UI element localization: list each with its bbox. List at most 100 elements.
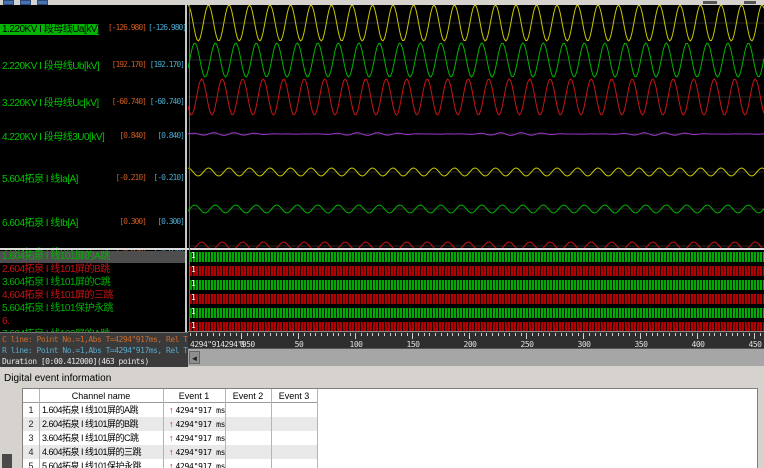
reference-value: [192.170] xyxy=(149,60,185,69)
digital-channel-row[interactable]: 1.604拓泉 I 线101屏的A跳 xyxy=(0,251,185,263)
axis-tick xyxy=(338,333,340,336)
digital-channel-row[interactable]: 5.604拓泉 I 线101保护永跳 xyxy=(0,303,185,315)
analog-channel-row[interactable]: 4.220KV I 段母线3U0[kV] [0.840] [0.840] xyxy=(0,129,185,143)
analog-channel-row[interactable]: 6.604拓泉 I 线Ib[A] [0.300] [0.300] xyxy=(0,215,185,229)
event3-cell xyxy=(271,417,317,431)
panel-divider-vertical[interactable] xyxy=(185,5,187,366)
digital-channel-row[interactable]: 2.604拓泉 I 线101屏的B跳 xyxy=(0,264,185,276)
axis-tick xyxy=(634,333,636,336)
axis-tick xyxy=(349,333,351,336)
axis-tick xyxy=(742,333,744,336)
row-number: 5 xyxy=(28,461,34,468)
event2-cell xyxy=(225,417,271,431)
axis-tick xyxy=(549,333,551,336)
digital-event-table[interactable]: Channel name Event 1 Event 2 Event 3 1 1.604拓… xyxy=(22,388,758,468)
axis-tick xyxy=(452,333,454,336)
digital-trace: 1 xyxy=(190,307,764,318)
cursor-value: [-126.980] xyxy=(107,23,147,32)
event1-cell: ↑ 4294"917 ms xyxy=(163,459,225,468)
analog-channel-row[interactable]: 1.220KV I 段母线Ua[kV] [-126.980] [-126.980] xyxy=(0,21,185,35)
axis-tick xyxy=(190,333,191,336)
axis-tick xyxy=(383,333,385,336)
axis-tick xyxy=(201,333,203,336)
axis-tick xyxy=(212,333,214,336)
axis-tick xyxy=(355,333,357,339)
analog-digital-divider[interactable] xyxy=(0,248,764,250)
event3-cell xyxy=(271,431,317,445)
column-header: Channel name xyxy=(71,391,131,401)
cursor-value: [0.300] xyxy=(119,217,147,226)
rising-edge-arrow-icon: ↑ xyxy=(169,447,174,457)
axis-tick xyxy=(554,333,556,336)
axis-tick xyxy=(440,333,442,336)
axis-tick xyxy=(457,333,459,336)
axis-tick xyxy=(680,333,682,336)
axis-tick xyxy=(657,333,659,336)
axis-tick xyxy=(663,333,665,336)
channel-label: 2.220KV I 段母线Ub[kV] xyxy=(2,61,100,72)
axis-tick xyxy=(361,333,362,336)
trace-state-value: 1 xyxy=(191,307,196,316)
table-grid-line xyxy=(163,389,164,468)
channel-label: 3.220KV I 段母线Uc[kV] xyxy=(2,98,99,109)
cursor-line[interactable] xyxy=(189,5,190,331)
axis-tick xyxy=(446,333,448,336)
scroll-left-arrow-icon[interactable]: ◄ xyxy=(189,351,200,364)
trace-state-value: 1 xyxy=(191,265,196,274)
axis-tick xyxy=(526,333,528,339)
axis-tick xyxy=(543,333,545,336)
event-time: 4294"917 ms xyxy=(175,462,226,468)
analog-channel-row[interactable]: 5.604拓泉 I 线Ia[A] [-0.210] [-0.210] xyxy=(0,171,185,185)
digital-channel-row[interactable]: 4.604拓泉 I 线101屏的三跳 xyxy=(0,290,185,302)
axis-tick xyxy=(292,333,294,336)
axis-tick xyxy=(492,333,494,336)
digital-trace: 1 xyxy=(190,279,764,290)
event-time: 4294"917 ms xyxy=(175,448,226,457)
axis-tick xyxy=(269,333,271,336)
event-table-row[interactable]: 3 3.604拓泉 I 线101屏的C跳 ↑ 4294"917 ms xyxy=(23,431,317,445)
axis-tick xyxy=(606,333,608,336)
event1-cell: ↑ 4294"917 ms xyxy=(163,403,225,417)
axis-tick xyxy=(480,333,482,336)
row-number: 4 xyxy=(28,447,34,457)
event-table-row[interactable]: 4 4.604拓泉 I 线101屏的三跳 ↑ 4294"917 ms xyxy=(23,445,317,459)
event-table-row[interactable]: 2 2.604拓泉 I 线101屏的B跳 ↑ 4294"917 ms xyxy=(23,417,317,431)
event-table-row[interactable]: 5 5.604拓泉 I 线101保护永跳 ↑ 4294"917 ms xyxy=(23,459,317,468)
digital-trace: 1 xyxy=(190,265,764,276)
axis-tick xyxy=(640,333,642,339)
axis-tick xyxy=(725,333,727,336)
channel-label: 6.604拓泉 I 线Ib[A] xyxy=(2,218,78,229)
event2-cell xyxy=(225,445,271,459)
axis-tick xyxy=(668,333,670,336)
axis-tick xyxy=(315,333,317,336)
event-channel-name: 5.604拓泉 I 线101保护永跳 xyxy=(42,461,142,468)
digital-channel-row[interactable]: 3.604拓泉 I 线101屏的C跳 xyxy=(0,277,185,289)
trace-state-value: 1 xyxy=(191,293,196,302)
axis-tick xyxy=(600,333,602,336)
axis-tick xyxy=(298,333,300,339)
axis-tick xyxy=(395,333,397,336)
reference-value: [0.840] xyxy=(157,131,185,140)
table-grid-line xyxy=(271,389,272,468)
axis-tick xyxy=(309,333,311,336)
channel-label-panel: 1.220KV I 段母线Ua[kV] [-126.980] [-126.980] 2… xyxy=(0,5,185,366)
row-number: 3 xyxy=(28,433,34,443)
column-header: Event 2 xyxy=(232,391,264,401)
event-table-row[interactable]: 1 1.604拓泉 I 线101屏的A跳 ↑ 4294"917 ms xyxy=(23,403,317,417)
analog-channel-row[interactable]: 2.220KV I 段母线Ub[kV] [192.170] [192.170] xyxy=(0,58,185,72)
waveform-plot-area[interactable]: 1 1 1 1 1 1 4294"914294"950 0 50 100 150 200 250 30… xyxy=(188,5,764,366)
axis-tick xyxy=(514,333,516,336)
event2-cell xyxy=(225,459,271,468)
horizontal-scrollbar[interactable]: ◄ xyxy=(188,348,764,366)
axis-tick xyxy=(537,333,539,336)
scroll-corner-box[interactable] xyxy=(2,454,12,468)
trace-state-value: 1 xyxy=(191,321,196,330)
axis-tick xyxy=(258,333,260,336)
digital-channel-row[interactable]: 6. xyxy=(0,316,185,328)
analog-channel-row[interactable]: 3.220KV I 段母线Uc[kV] [-60.740] [-60.740] xyxy=(0,95,185,109)
analog-waveforms xyxy=(188,5,764,248)
axis-tick xyxy=(475,333,476,336)
event1-cell: ↑ 4294"917 ms xyxy=(163,417,225,431)
channel-label: 1.220KV I 段母线Ua[kV] xyxy=(0,24,100,35)
axis-tick xyxy=(406,333,408,336)
